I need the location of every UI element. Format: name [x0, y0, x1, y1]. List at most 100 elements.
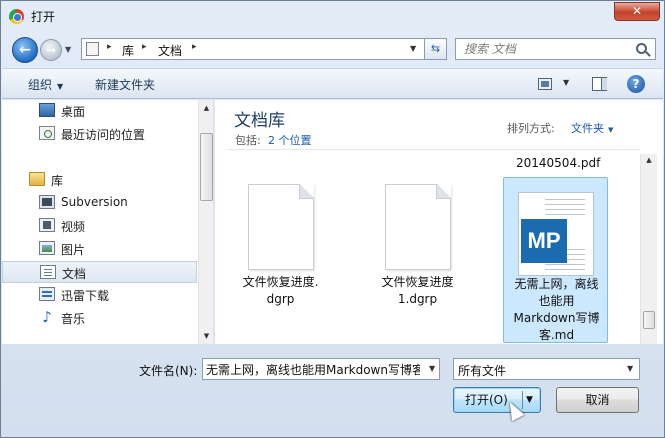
sidebar-item-recent-places[interactable]: 最近访问的位置 [2, 123, 197, 145]
address-bar[interactable]: ▸ 库 ▸ 文档 ▸ ▼ [81, 38, 425, 60]
chevron-down-icon: ▼ [57, 82, 64, 91]
sidebar-item-desktop[interactable]: 桌面 [2, 100, 197, 122]
sidebar-item-label: 文档 [62, 267, 87, 281]
file-name-line: Markdown写博 [513, 311, 600, 325]
library-locations-link[interactable]: 2 个位置 [268, 132, 312, 148]
scrollbar-thumb[interactable] [643, 311, 655, 329]
music-icon: ♪ [42, 308, 52, 326]
library-includes-label: 包括: [235, 134, 261, 147]
documents-icon [40, 265, 56, 279]
file-name-line: 客.md [538, 328, 575, 342]
toolbar: 组织 ▼ 新建文件夹 ▼ ? [2, 68, 663, 99]
back-button[interactable]: ← [12, 37, 38, 63]
scroll-down-icon[interactable]: ▼ [199, 328, 213, 344]
document-file-icon [248, 184, 314, 270]
sidebar-item-thunder-download[interactable]: 迅雷下载 [2, 284, 197, 306]
refresh-button[interactable]: ⇆ [425, 38, 447, 60]
change-view-icon[interactable] [538, 78, 552, 90]
cancel-button[interactable]: 取消 [556, 387, 639, 413]
markdown-badge: MP [521, 219, 567, 263]
file-name-line: 也能用 [538, 294, 575, 308]
sidebar-item-music[interactable]: ♪ 音乐 [2, 307, 197, 329]
subversion-icon [39, 195, 55, 209]
thunder-download-icon [39, 287, 55, 301]
file-item-dgrp-1[interactable]: 文件恢复进度 1.dgrp [365, 178, 470, 318]
scroll-up-icon[interactable]: ▲ [641, 156, 657, 164]
file-list-scrollbar[interactable]: ▲ [640, 154, 657, 344]
address-history-dropdown-icon[interactable]: ▼ [410, 44, 416, 53]
video-icon [39, 218, 55, 232]
file-name-line: 1.dgrp [397, 292, 438, 306]
sidebar-item-label: Subversion [61, 195, 128, 209]
search-input[interactable] [464, 41, 624, 57]
open-button-label: 打开(O) [465, 393, 508, 407]
sidebar-item-label: 图片 [61, 243, 86, 257]
library-title: 文档库 [234, 111, 285, 131]
arrange-by-dropdown[interactable]: 文件夹 ▼ [571, 120, 613, 136]
pictures-icon [39, 241, 55, 255]
markdown-file-icon: MP [518, 192, 594, 276]
forward-button[interactable]: → [40, 39, 62, 61]
library-icon [29, 172, 45, 186]
file-name-line: 文件恢复进度 [381, 275, 454, 289]
preview-pane-icon[interactable] [592, 77, 607, 91]
breadcrumb-separator-icon[interactable]: ▸ [142, 42, 147, 52]
filename-label: 文件名(N): [139, 364, 198, 378]
open-options-dropdown-icon[interactable]: ▼ [526, 388, 533, 412]
filename-combobox[interactable]: ▼ [202, 358, 440, 380]
divider [227, 149, 641, 150]
sidebar-item-subversion[interactable]: Subversion [2, 192, 197, 214]
sidebar-item-libraries[interactable]: 库 [2, 169, 197, 191]
sidebar-item-label: 音乐 [61, 312, 86, 326]
help-icon[interactable]: ? [627, 75, 645, 93]
chevron-down-icon: ▼ [608, 126, 614, 134]
title-bar: 打开 ✕ [1, 1, 664, 31]
scrollbar-thumb[interactable] [200, 133, 213, 201]
open-button[interactable]: 打开(O) ▼ [453, 387, 541, 413]
page-lines-decoration [545, 199, 585, 200]
chevron-down-icon[interactable]: ▼ [429, 364, 435, 373]
window-title: 打开 [31, 10, 56, 24]
file-name-line: 文件恢复进度. [242, 275, 319, 289]
sidebar-item-videos[interactable]: 视频 [2, 215, 197, 237]
new-folder-button[interactable]: 新建文件夹 [95, 76, 155, 93]
arrange-by-label: 排列方式: [507, 122, 555, 135]
recent-places-icon [39, 126, 55, 140]
file-item-markdown[interactable]: MP 无需上网，离线 也能用 Markdown写博 客.md [503, 177, 608, 343]
organize-menu[interactable]: 组织 ▼ [28, 76, 63, 93]
arrange-by-value: 文件夹 [571, 122, 604, 135]
sidebar-item-label: 桌面 [61, 105, 86, 119]
recent-locations-dropdown[interactable]: ▼ [65, 45, 77, 55]
document-file-icon [385, 184, 451, 270]
file-name-line: 无需上网，离线 [514, 277, 599, 291]
close-button[interactable]: ✕ [614, 2, 660, 21]
chevron-down-icon[interactable]: ▼ [627, 364, 633, 373]
filetype-value: 所有文件 [458, 364, 507, 378]
navigation-scrollbar[interactable]: ▲ ▼ [198, 100, 213, 344]
filename-input[interactable] [206, 361, 420, 377]
file-list-pane: 文档库 包括: 2 个位置 排列方式: 文件夹 ▼ 20140504.pdf 文件… [215, 100, 663, 344]
search-icon[interactable] [636, 43, 647, 54]
desktop-icon [39, 103, 55, 117]
open-file-dialog: 打开 ✕ ← → ▼ ▸ 库 ▸ 文档 ▸ ▼ ⇆ 组织▼ 新建文件夹 ▼ ? … [0, 0, 665, 438]
breadcrumb-separator-icon[interactable]: ▸ [107, 42, 112, 52]
split-divider [522, 391, 523, 409]
breadcrumb-separator-icon[interactable]: ▸ [192, 42, 197, 52]
filetype-select[interactable]: 所有文件 ▼ [453, 358, 640, 380]
sidebar-item-label: 视频 [61, 220, 86, 234]
sidebar-item-pictures[interactable]: 图片 [2, 238, 197, 260]
file-name-partial[interactable]: 20140504.pdf [516, 156, 600, 170]
organize-label: 组织 [28, 78, 53, 92]
file-name-line: dgrp [266, 292, 295, 306]
navigation-pane: 桌面 最近访问的位置 库 Subversion 视频 图片 文档 迅雷下载 ♪ … [2, 100, 214, 344]
breadcrumb-documents[interactable]: 文档 [158, 42, 182, 59]
view-options-dropdown-icon[interactable]: ▼ [563, 78, 569, 87]
file-item-dgrp[interactable]: 文件恢复进度. dgrp [228, 178, 333, 318]
scroll-up-icon[interactable]: ▲ [199, 100, 213, 116]
sidebar-item-label: 库 [51, 174, 64, 188]
location-icon [86, 42, 99, 56]
sidebar-item-label: 迅雷下载 [61, 289, 110, 303]
search-box[interactable] [455, 38, 656, 60]
sidebar-item-documents[interactable]: 文档 [2, 261, 197, 283]
breadcrumb-library[interactable]: 库 [122, 42, 134, 59]
